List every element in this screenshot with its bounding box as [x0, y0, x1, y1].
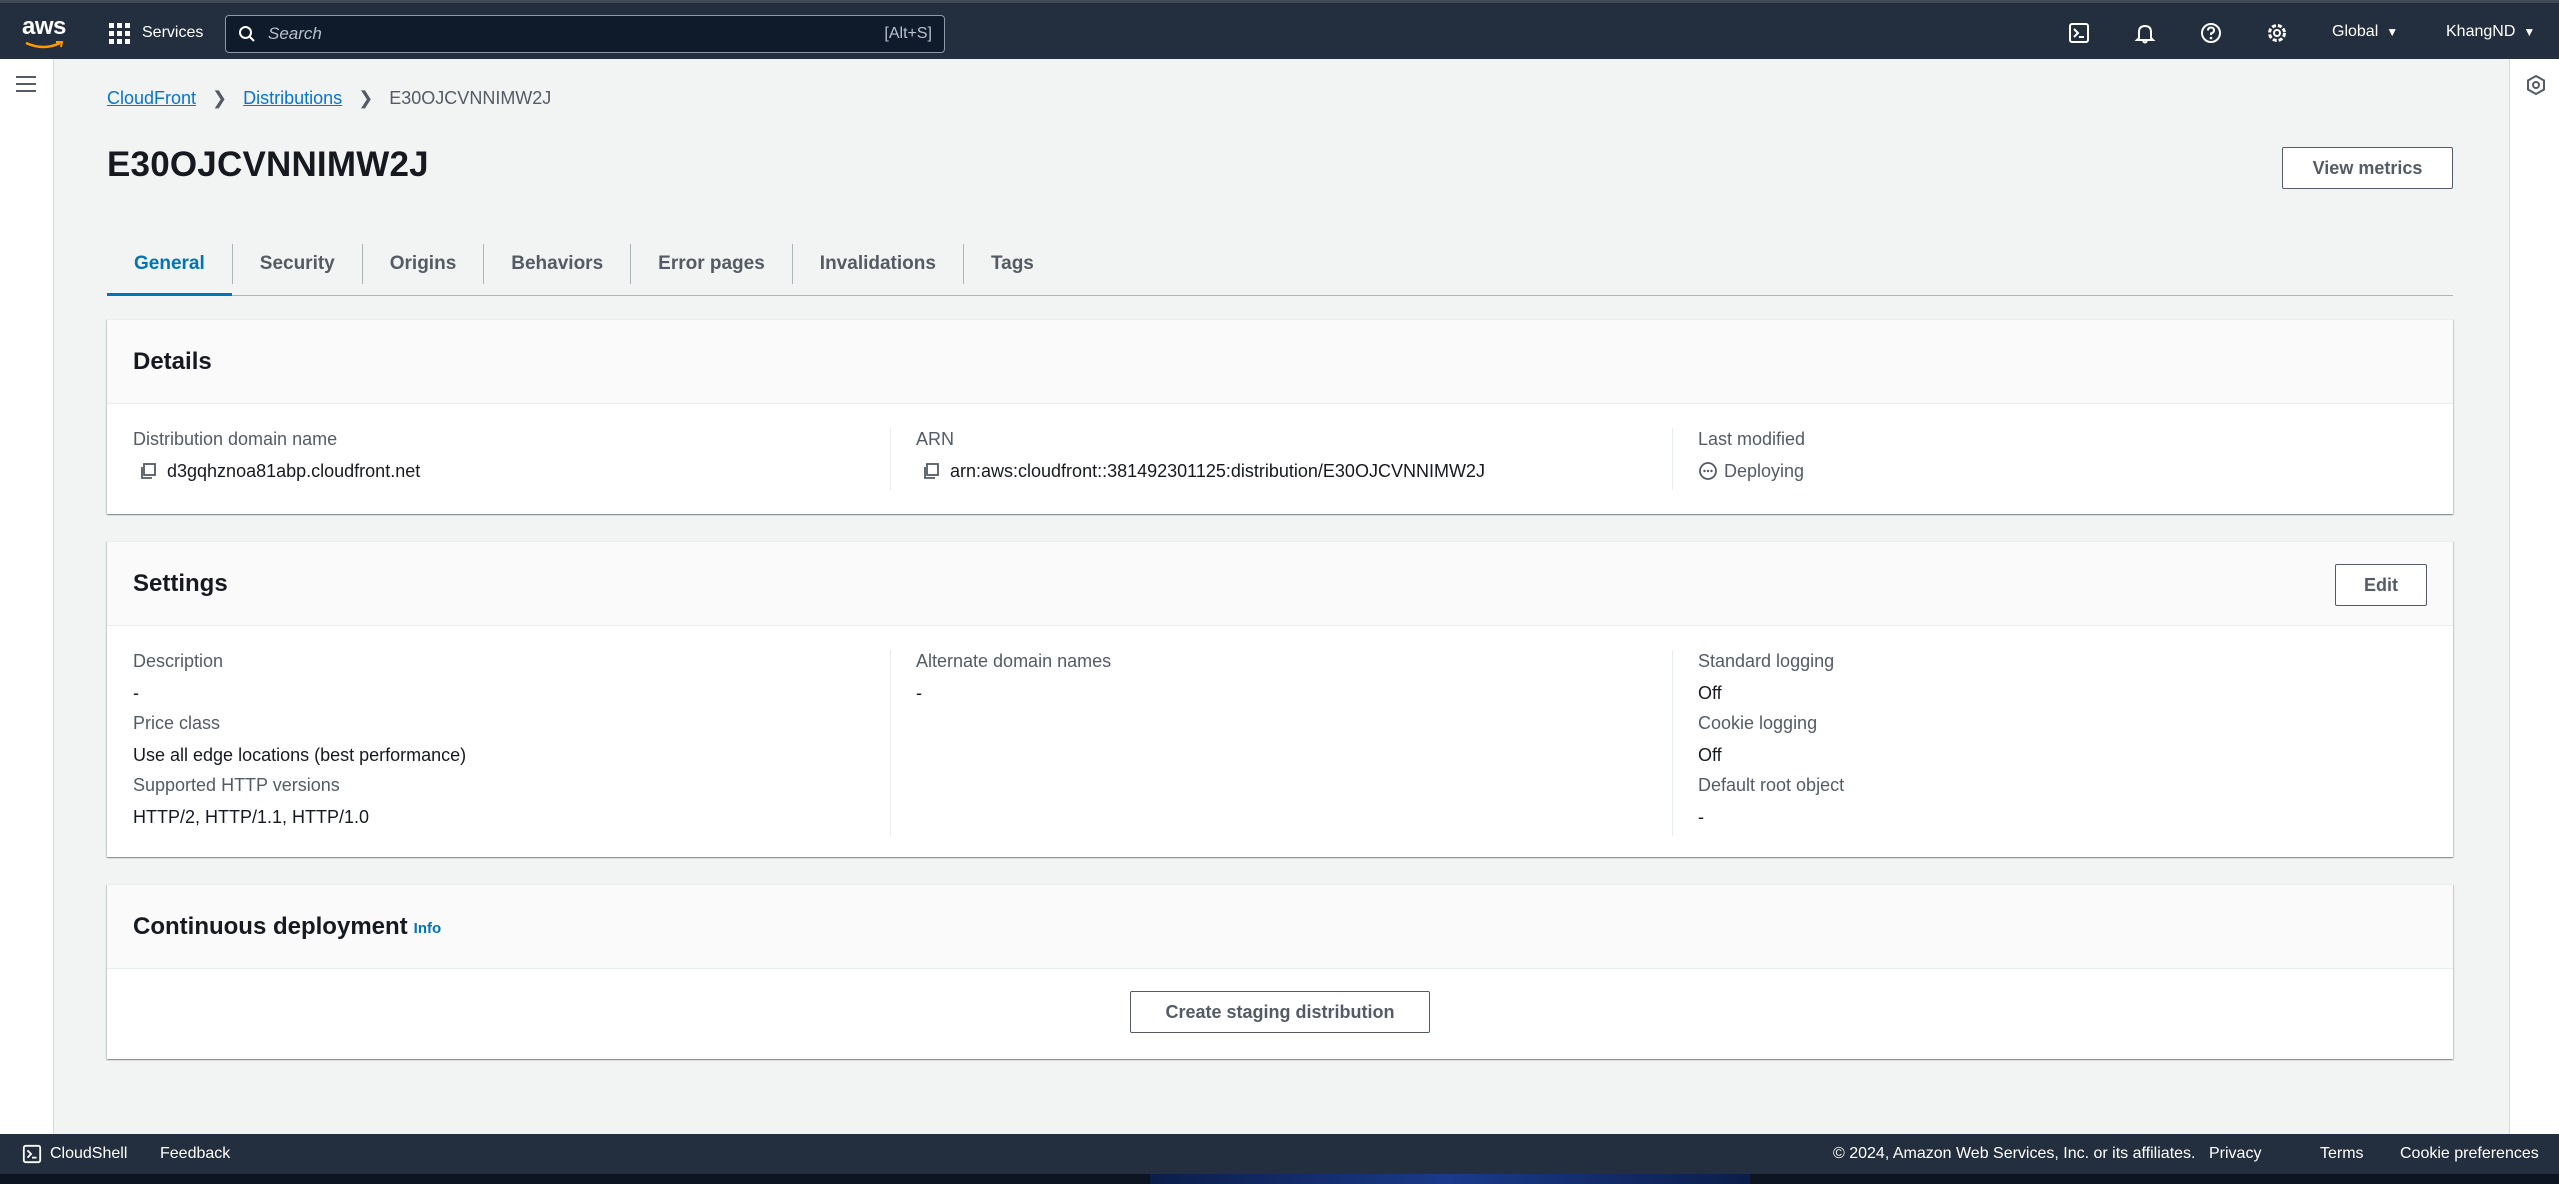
services-menu-button[interactable]: Services — [109, 19, 203, 47]
continuous-deployment-title: Continuous deployment — [133, 912, 408, 940]
arn-label: ARN — [916, 429, 955, 449]
price-class-value: Use all edge locations (best performance… — [133, 745, 467, 765]
search-icon — [239, 26, 255, 42]
copy-icon[interactable] — [922, 462, 940, 480]
caret-down-icon: ▼ — [2523, 25, 2536, 39]
gear-icon[interactable] — [2264, 20, 2290, 46]
alternate-domains-value: - — [916, 683, 922, 703]
page-title: E30OJCVNNIMW2J — [107, 145, 429, 184]
aws-smile-icon — [25, 41, 64, 49]
price-class-label: Price class — [133, 713, 221, 733]
account-menu[interactable]: KhangND ▼ — [2446, 23, 2535, 41]
tab-general[interactable]: General — [107, 233, 232, 296]
copy-icon[interactable] — [139, 462, 157, 480]
account-label: KhangND — [2446, 23, 2516, 40]
privacy-link[interactable]: Privacy — [2209, 1145, 2261, 1163]
chevron-right-icon: ❯ — [212, 88, 228, 108]
footer: CloudShell Feedback © 2024, Amazon Web S… — [0, 1134, 2559, 1174]
details-header: Details — [107, 320, 2453, 404]
tab-error-pages[interactable]: Error pages — [631, 233, 792, 295]
aws-logo-text: aws — [22, 13, 66, 40]
cloudshell-icon[interactable] — [2066, 20, 2092, 46]
aws-logo[interactable]: aws — [22, 15, 68, 49]
side-navigation-rail — [0, 59, 54, 1134]
domain-name-value: d3gqhznoa81abp.cloudfront.net — [167, 461, 421, 481]
cloudshell-label: CloudShell — [50, 1145, 128, 1162]
search-shortcut: [Alt+S] — [884, 25, 932, 42]
default-root-object-value: - — [1698, 807, 1704, 827]
help-icon[interactable] — [2198, 20, 2224, 46]
cloudshell-icon — [22, 1144, 42, 1164]
info-panel-icon[interactable] — [2525, 74, 2547, 96]
standard-logging-value: Off — [1698, 683, 1722, 703]
services-grid-icon — [109, 22, 130, 44]
breadcrumb: CloudFront ❯ Distributions ❯ E30OJCVNNIM… — [107, 88, 551, 109]
info-link[interactable]: Info — [414, 920, 442, 937]
last-modified-value: Deploying — [1724, 461, 1805, 481]
tab-invalidations[interactable]: Invalidations — [793, 233, 963, 295]
view-metrics-button[interactable]: View metrics — [2282, 147, 2453, 189]
http-versions-value: HTTP/2, HTTP/1.1, HTTP/1.0 — [133, 807, 370, 827]
alternate-domains-label: Alternate domain names — [916, 651, 1112, 671]
edit-button[interactable]: Edit — [2335, 564, 2427, 606]
bell-icon[interactable] — [2132, 20, 2158, 46]
settings-panel: Settings Edit Description - Price class … — [107, 541, 2453, 857]
http-versions-label: Supported HTTP versions — [133, 775, 340, 795]
cookie-preferences-link[interactable]: Cookie preferences — [2400, 1145, 2539, 1163]
region-label: Global — [2332, 23, 2379, 40]
search-input[interactable]: Search [Alt+S] — [225, 15, 945, 53]
domain-name-label: Distribution domain name — [133, 429, 338, 449]
create-staging-distribution-button[interactable]: Create staging distribution — [1130, 991, 1430, 1033]
tab-security[interactable]: Security — [233, 233, 362, 295]
search-placeholder: Search — [268, 24, 322, 43]
status-pending-icon — [1699, 462, 1717, 480]
services-label: Services — [142, 24, 204, 41]
feedback-link[interactable]: Feedback — [160, 1145, 230, 1163]
tab-tags[interactable]: Tags — [964, 233, 1061, 295]
continuous-deployment-panel: Continuous deployment Info Create stagin… — [107, 884, 2453, 1059]
top-navigation: aws Services Search [Alt+S] Global ▼ Kha… — [0, 0, 2559, 59]
last-modified-label: Last modified — [1698, 429, 1806, 449]
copyright-text: © 2024, Amazon Web Services, Inc. or its… — [1833, 1145, 2196, 1162]
breadcrumb-current: E30OJCVNNIMW2J — [389, 88, 552, 108]
desktop-strip — [0, 1174, 2559, 1184]
arn-value: arn:aws:cloudfront::381492301125:distrib… — [950, 461, 1485, 481]
tab-origins[interactable]: Origins — [363, 233, 484, 295]
tab-behaviors[interactable]: Behaviors — [484, 233, 630, 295]
description-label: Description — [133, 651, 224, 671]
terms-link[interactable]: Terms — [2320, 1145, 2364, 1163]
settings-header: Settings Edit — [107, 542, 2453, 626]
breadcrumb-cloudfront-link[interactable]: CloudFront — [107, 88, 196, 109]
cookie-logging-value: Off — [1698, 745, 1722, 765]
tools-panel-rail — [2509, 59, 2559, 1134]
chevron-right-icon: ❯ — [358, 88, 374, 108]
standard-logging-label: Standard logging — [1698, 651, 1835, 671]
tab-list: General Security Origins Behaviors Error… — [107, 234, 2453, 296]
cookie-logging-label: Cookie logging — [1698, 713, 1818, 733]
settings-title: Settings — [133, 569, 228, 597]
details-panel: Details Distribution domain name d3gqhzn… — [107, 319, 2453, 514]
details-title: Details — [133, 347, 212, 375]
description-value: - — [133, 683, 139, 703]
continuous-deployment-header: Continuous deployment Info — [107, 885, 2453, 969]
caret-down-icon: ▼ — [2386, 25, 2399, 39]
cloudshell-button[interactable]: CloudShell — [22, 1144, 127, 1164]
breadcrumb-distributions-link[interactable]: Distributions — [243, 88, 342, 109]
main-content: CloudFront ❯ Distributions ❯ E30OJCVNNIM… — [55, 59, 2508, 1134]
default-root-object-label: Default root object — [1698, 775, 1845, 795]
region-selector[interactable]: Global ▼ — [2332, 23, 2398, 41]
menu-icon[interactable] — [16, 76, 36, 97]
